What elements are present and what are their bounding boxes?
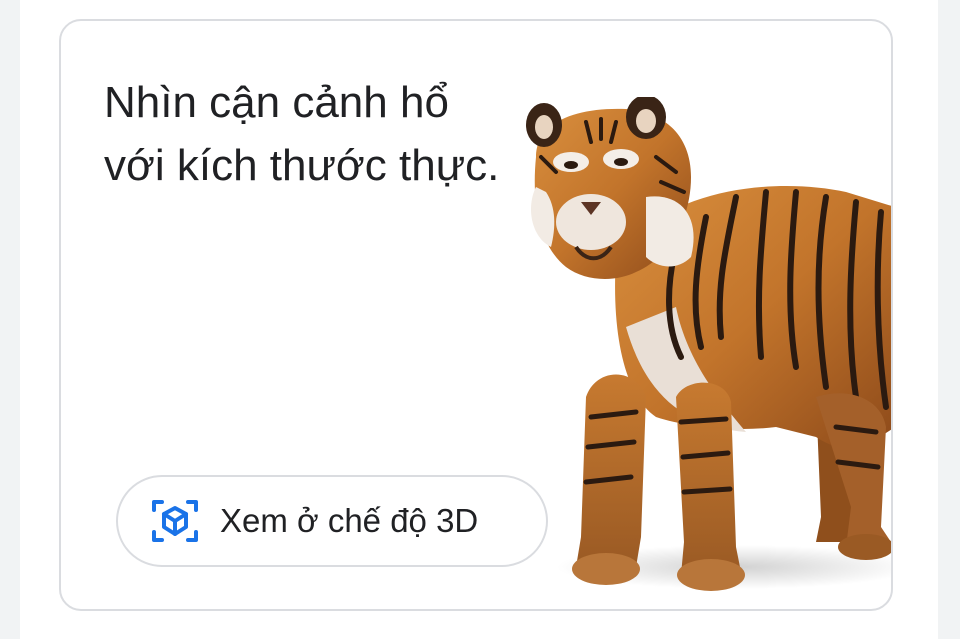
tiger-image[interactable] — [516, 95, 891, 609]
view-in-3d-button[interactable]: Xem ở chế độ 3D — [116, 475, 548, 567]
right-gutter — [938, 0, 960, 639]
view-in-3d-label: Xem ở chế độ 3D — [220, 502, 479, 539]
page: Nhìn cận cảnh hổ với kích thước thực. Xe… — [0, 0, 960, 639]
3d-animal-card: Nhìn cận cảnh hổ với kích thước thực. Xe… — [59, 19, 893, 611]
card-headline: Nhìn cận cảnh hổ với kích thước thực. — [104, 78, 500, 190]
left-gutter — [0, 0, 20, 639]
ar-cube-icon — [150, 496, 200, 546]
